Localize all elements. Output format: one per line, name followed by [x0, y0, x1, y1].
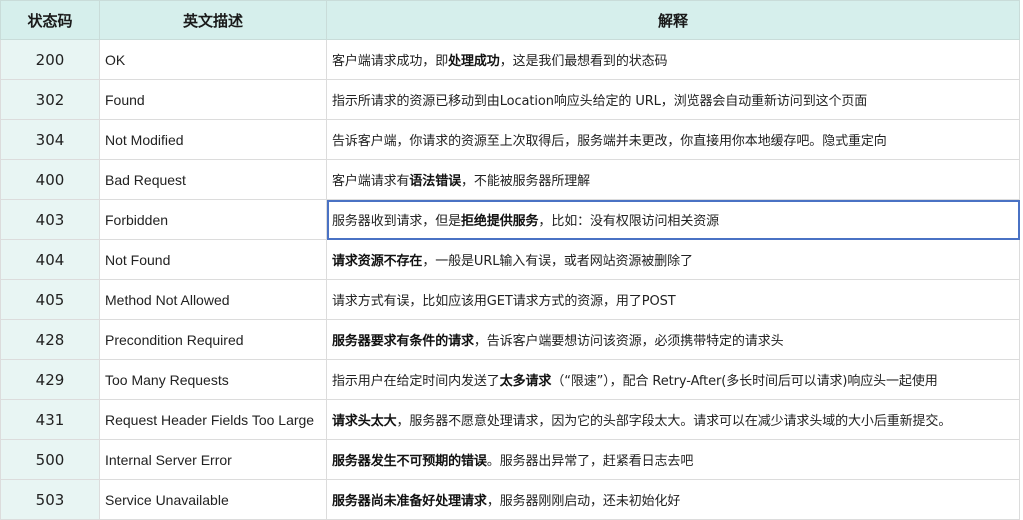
table-row: 200 OK 客户端请求成功，即处理成功，这是我们最想看到的状态码	[0, 39, 1020, 80]
table-row: 404 Not Found 请求资源不存在，一般是URL输入有误，或者网站资源被删除…	[0, 239, 1020, 280]
table-row: 429 Too Many Requests 指示用户在给定时间内发送了太多请求（“限…	[0, 359, 1020, 400]
english-description-cell[interactable]: Internal Server Error	[99, 439, 327, 480]
status-code-cell[interactable]: 302	[0, 79, 100, 120]
explanation-text: 服务器收到请求，但是	[332, 214, 462, 229]
explanation-text: 请求方式有误，比如应该用GET请求方式的资源，用了POST	[332, 294, 676, 309]
explanation-text: ，这是我们最想看到的状态码	[499, 54, 668, 69]
explanation-text: 指示所请求的资源已移动到由Location响应头给定的 URL，浏览器会自动重新…	[332, 94, 868, 109]
explanation-text: 客户端请求成功，即	[332, 54, 449, 69]
english-description-cell[interactable]: Request Header Fields Too Large	[99, 399, 327, 440]
status-code-cell[interactable]: 404	[0, 239, 100, 280]
table-row: 405 Method Not Allowed 请求方式有误，比如应该用GET请求方式…	[0, 279, 1020, 320]
explanation-text: ，服务器刚刚启动，还未初始化好	[486, 494, 681, 509]
explanation-text: ，告诉客户端要想访问该资源，必须携带特定的请求头	[473, 334, 784, 349]
header-row: 状态码 英文描述 解释	[0, 0, 1020, 40]
explanation-cell[interactable]: 请求头太大，服务器不愿意处理请求，因为它的头部字段太大。请求可以在减少请求头域的…	[326, 399, 1020, 440]
status-code-table: 状态码 英文描述 解释 200 OK 客户端请求成功，即处理成功，这是我们最想看到的…	[0, 0, 1020, 520]
explanation-cell[interactable]: 客户端请求有语法错误，不能被服务器所理解	[326, 159, 1020, 200]
english-description-cell[interactable]: Forbidden	[99, 199, 327, 240]
status-code-cell[interactable]: 428	[0, 319, 100, 360]
header-explanation: 解释	[326, 0, 1020, 40]
explanation-cell[interactable]: 服务器要求有条件的请求，告诉客户端要想访问该资源，必须携带特定的请求头	[326, 319, 1020, 360]
table-header: 状态码 英文描述 解释	[0, 0, 1020, 40]
table-body: 200 OK 客户端请求成功，即处理成功，这是我们最想看到的状态码 302 Found 指…	[0, 39, 1020, 520]
english-description-cell[interactable]: Precondition Required	[99, 319, 327, 360]
english-description-cell[interactable]: Method Not Allowed	[99, 279, 327, 320]
explanation-cell[interactable]: 请求资源不存在，一般是URL输入有误，或者网站资源被删除了	[326, 239, 1020, 280]
status-code-cell[interactable]: 403	[0, 199, 100, 240]
explanation-text: 告诉客户端，你请求的资源至上次取得后，服务端并未更改，你直接用你本地缓存吧。隐式…	[332, 134, 887, 149]
explanation-bold-text: 服务器发生不可预期的错误	[332, 454, 487, 469]
table-row: 304 Not Modified 告诉客户端，你请求的资源至上次取得后，服务端并未更…	[0, 119, 1020, 160]
explanation-bold-text: 太多请求	[499, 374, 552, 389]
explanation-bold-text: 处理成功	[448, 54, 500, 69]
header-status-code: 状态码	[0, 0, 100, 40]
explanation-bold-text: 请求资源不存在	[332, 254, 423, 269]
status-code-cell[interactable]: 429	[0, 359, 100, 400]
explanation-cell[interactable]: 指示所请求的资源已移动到由Location响应头给定的 URL，浏览器会自动重新…	[326, 79, 1020, 120]
explanation-cell[interactable]: 服务器发生不可预期的错误。服务器出异常了，赶紧看日志去吧	[326, 439, 1020, 480]
table-row: 428 Precondition Required 服务器要求有条件的请求，告诉客户…	[0, 319, 1020, 360]
english-description-cell[interactable]: Not Modified	[99, 119, 327, 160]
explanation-bold-text: 服务器尚未准备好处理请求	[332, 494, 487, 509]
english-description-cell[interactable]: Service Unavailable	[99, 479, 327, 520]
status-code-cell[interactable]: 405	[0, 279, 100, 320]
english-description-cell[interactable]: Found	[99, 79, 327, 120]
explanation-text: 。服务器出异常了，赶紧看日志去吧	[486, 454, 694, 469]
status-code-cell[interactable]: 200	[0, 39, 100, 80]
explanation-text: ，一般是URL输入有误，或者网站资源被删除了	[422, 254, 693, 269]
status-code-cell[interactable]: 304	[0, 119, 100, 160]
explanation-cell-selected[interactable]: 服务器收到请求，但是拒绝提供服务，比如：没有权限访问相关资源	[326, 199, 1020, 240]
table-row: 403 Forbidden 服务器收到请求，但是拒绝提供服务，比如：没有权限访问相关…	[0, 199, 1020, 240]
explanation-cell[interactable]: 请求方式有误，比如应该用GET请求方式的资源，用了POST	[326, 279, 1020, 320]
explanation-text: （“限速”），配合 Retry-After(多长时间后可以请求)响应头一起使用	[551, 374, 938, 389]
table-row: 431 Request Header Fields Too Large 请求头太大，…	[0, 399, 1020, 440]
explanation-text: ，比如：没有权限访问相关资源	[538, 214, 720, 229]
explanation-bold-text: 拒绝提供服务	[461, 214, 539, 229]
status-code-cell[interactable]: 500	[0, 439, 100, 480]
english-description-cell[interactable]: OK	[99, 39, 327, 80]
explanation-cell[interactable]: 服务器尚未准备好处理请求，服务器刚刚启动，还未初始化好	[326, 479, 1020, 520]
status-code-cell[interactable]: 431	[0, 399, 100, 440]
explanation-cell[interactable]: 客户端请求成功，即处理成功，这是我们最想看到的状态码	[326, 39, 1020, 80]
explanation-text: ，不能被服务器所理解	[461, 174, 591, 189]
explanation-text: 客户端请求有	[332, 174, 410, 189]
explanation-cell[interactable]: 告诉客户端，你请求的资源至上次取得后，服务端并未更改，你直接用你本地缓存吧。隐式…	[326, 119, 1020, 160]
english-description-cell[interactable]: Bad Request	[99, 159, 327, 200]
table-row: 400 Bad Request 客户端请求有语法错误，不能被服务器所理解	[0, 159, 1020, 200]
explanation-cell[interactable]: 指示用户在给定时间内发送了太多请求（“限速”），配合 Retry-After(多…	[326, 359, 1020, 400]
explanation-text: 指示用户在给定时间内发送了	[332, 374, 500, 389]
explanation-bold-text: 请求头太大	[332, 414, 397, 429]
english-description-cell[interactable]: Not Found	[99, 239, 327, 280]
status-code-cell[interactable]: 503	[0, 479, 100, 520]
explanation-bold-text: 语法错误	[409, 174, 462, 189]
table-row: 302 Found 指示所请求的资源已移动到由Location响应头给定的 URL，…	[0, 79, 1020, 120]
table-row: 500 Internal Server Error 服务器发生不可预期的错误。服务器…	[0, 439, 1020, 480]
english-description-cell[interactable]: Too Many Requests	[99, 359, 327, 400]
explanation-bold-text: 服务器要求有条件的请求	[332, 334, 474, 349]
header-english-description: 英文描述	[99, 0, 327, 40]
status-code-cell[interactable]: 400	[0, 159, 100, 200]
explanation-text: ，服务器不愿意处理请求，因为它的头部字段太大。请求可以在减少请求头域的大小后重新…	[396, 414, 952, 429]
table-row: 503 Service Unavailable 服务器尚未准备好处理请求，服务器刚刚…	[0, 479, 1020, 520]
